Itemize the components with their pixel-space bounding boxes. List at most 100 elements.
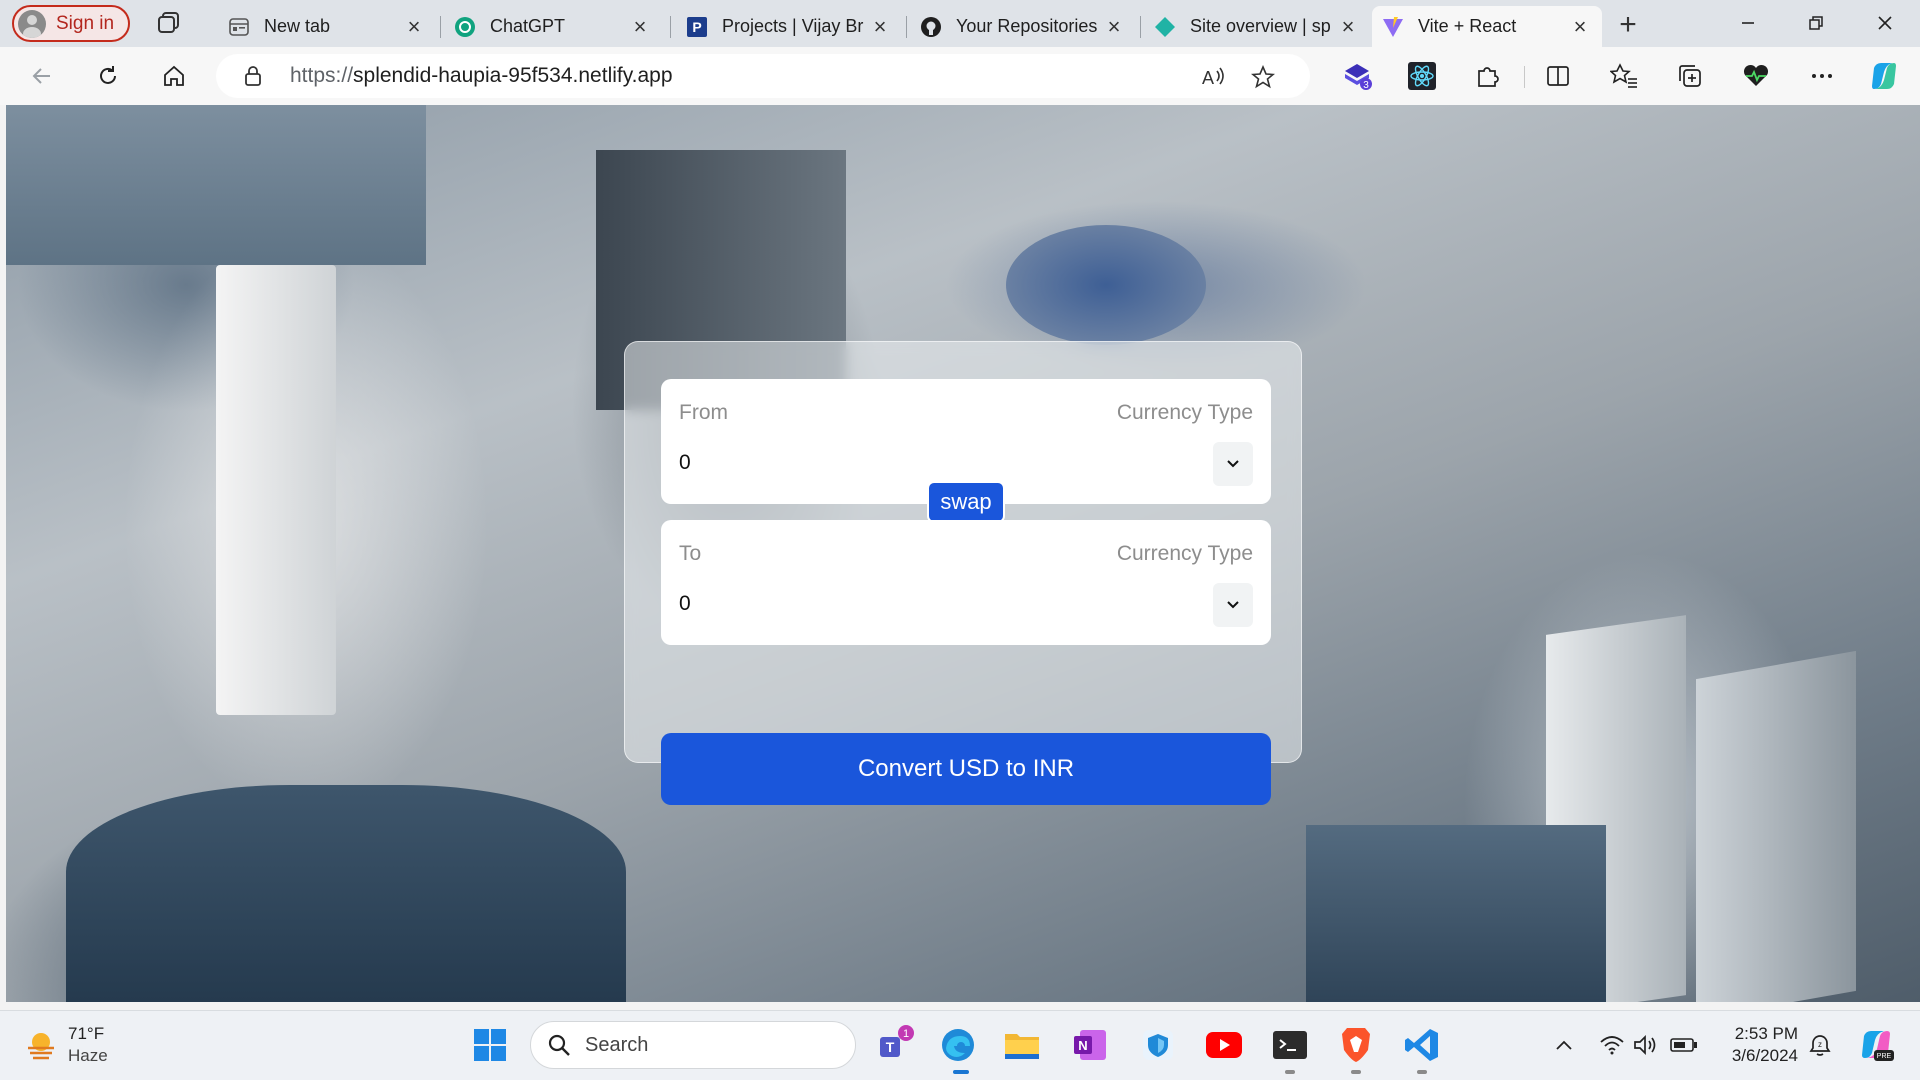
home-icon[interactable] xyxy=(158,60,190,92)
convert-button[interactable]: Convert USD to INR xyxy=(661,733,1271,805)
close-tab-icon[interactable]: × xyxy=(404,14,424,40)
vite-icon xyxy=(1382,16,1404,38)
restore-icon[interactable] xyxy=(1801,8,1831,38)
refresh-icon[interactable] xyxy=(92,60,124,92)
svg-text:PRE: PRE xyxy=(1877,1053,1892,1060)
file-explorer-icon[interactable] xyxy=(1000,1023,1044,1067)
tab-new-tab[interactable]: New tab × xyxy=(218,6,436,47)
start-icon[interactable] xyxy=(468,1023,512,1067)
haze-sun-icon xyxy=(28,1033,54,1060)
youtube-icon[interactable] xyxy=(1202,1023,1246,1067)
to-label: To xyxy=(679,542,702,565)
from-currency-select[interactable] xyxy=(1213,442,1253,486)
wifi-icon[interactable] xyxy=(1598,1031,1626,1059)
new-tab-button[interactable]: + xyxy=(1612,8,1644,42)
more-options-icon[interactable] xyxy=(1806,60,1838,92)
react-devtools-icon[interactable] xyxy=(1406,60,1438,92)
taskbar: 71°F Haze Search T1 N 2:53 PM 3/6/2024 z… xyxy=(0,1010,1920,1080)
projects-icon: P xyxy=(686,16,708,38)
close-tab-icon[interactable]: × xyxy=(1104,14,1124,40)
read-aloud-icon[interactable]: A xyxy=(1200,64,1226,90)
tab-title: New tab xyxy=(264,16,331,36)
tab-divider xyxy=(1140,16,1141,38)
tab-divider xyxy=(906,16,907,38)
canal-water xyxy=(1306,825,1606,1002)
lock-icon[interactable] xyxy=(244,66,262,86)
minimize-icon[interactable] xyxy=(1733,8,1763,38)
tower-building xyxy=(1696,650,1856,1002)
favorite-star-icon[interactable] xyxy=(1250,64,1276,90)
tab-divider xyxy=(670,16,671,38)
back-icon[interactable] xyxy=(26,60,58,92)
chatgpt-icon xyxy=(454,16,476,38)
close-tab-icon[interactable]: × xyxy=(870,14,890,40)
edge-icon[interactable] xyxy=(936,1023,980,1067)
to-field: To Currency Type 0 xyxy=(661,520,1271,645)
extension-icon[interactable]: 3 xyxy=(1342,60,1374,92)
defender-icon[interactable] xyxy=(1136,1023,1180,1067)
weather-condition: Haze xyxy=(68,1046,108,1065)
stadium xyxy=(1006,225,1206,345)
running-app-indicator xyxy=(1417,1070,1427,1074)
close-tab-icon[interactable]: × xyxy=(1570,14,1590,40)
profile-label: Sign in xyxy=(56,12,115,34)
svg-text:3: 3 xyxy=(1363,80,1369,91)
to-currency-type-label: Currency Type xyxy=(1116,542,1253,565)
close-tab-icon[interactable]: × xyxy=(630,14,650,40)
tab-title: ChatGPT xyxy=(490,16,566,36)
netlify-icon xyxy=(1154,16,1176,38)
battery-icon[interactable] xyxy=(1670,1031,1698,1059)
terminal-icon[interactable] xyxy=(1268,1023,1312,1067)
svg-text:T: T xyxy=(886,1039,895,1055)
browser-essentials-icon[interactable] xyxy=(1740,60,1772,92)
tab-site-overview[interactable]: Site overview | sp × xyxy=(1144,6,1370,47)
teams-icon[interactable]: T1 xyxy=(874,1023,918,1067)
chevron-down-icon xyxy=(1227,601,1239,609)
tab-projects[interactable]: P Projects | Vijay Br × xyxy=(676,6,902,47)
active-app-indicator xyxy=(953,1070,969,1074)
tab-title: Site overview | sp xyxy=(1190,16,1331,36)
address-bar[interactable]: https://splendid-haupia-95f534.netlify.a… xyxy=(216,54,1310,98)
favorites-icon[interactable] xyxy=(1608,60,1640,92)
url-text[interactable]: https://splendid-haupia-95f534.netlify.a… xyxy=(290,64,673,88)
extensions-puzzle-icon[interactable] xyxy=(1472,60,1504,92)
close-window-icon[interactable] xyxy=(1870,8,1900,38)
tab-title: Vite + React xyxy=(1418,16,1517,36)
from-label: From xyxy=(679,401,728,424)
chevron-up-icon[interactable] xyxy=(1550,1031,1578,1059)
toolbar-divider xyxy=(1524,66,1525,88)
system-clock[interactable]: 2:53 PM 3/6/2024 xyxy=(1716,1023,1798,1067)
tab-title: Your Repositories xyxy=(956,16,1098,36)
weather-widget[interactable]: 71°F Haze xyxy=(24,1023,108,1067)
svg-text:N: N xyxy=(1078,1038,1087,1053)
svg-text:1: 1 xyxy=(903,1028,909,1040)
split-screen-icon[interactable] xyxy=(1542,60,1574,92)
svg-text:P: P xyxy=(692,19,701,35)
volume-icon[interactable] xyxy=(1632,1031,1660,1059)
copilot-icon[interactable] xyxy=(1868,60,1900,92)
search-placeholder: Search xyxy=(585,1033,649,1056)
weather-temp: 71°F xyxy=(68,1024,105,1043)
focus-assist-icon[interactable]: z xyxy=(1806,1031,1834,1059)
from-amount-input[interactable]: 0 xyxy=(679,451,691,475)
collections-icon[interactable] xyxy=(1674,60,1706,92)
svg-text:A: A xyxy=(1202,68,1214,88)
tab-repositories[interactable]: Your Repositories × xyxy=(910,6,1136,47)
vscode-icon[interactable] xyxy=(1400,1023,1444,1067)
svg-text:z: z xyxy=(1818,1040,1822,1049)
swap-button[interactable]: swap xyxy=(927,481,1005,523)
search-icon xyxy=(548,1034,570,1056)
copilot-preview-icon[interactable]: PRE xyxy=(1856,1025,1896,1065)
to-currency-select[interactable] xyxy=(1213,583,1253,627)
browser-toolbar: https://splendid-haupia-95f534.netlify.a… xyxy=(0,47,1920,105)
profile-button[interactable]: Sign in xyxy=(12,5,130,42)
tab-vite-react[interactable]: Vite + React × xyxy=(1372,6,1602,47)
brave-icon[interactable] xyxy=(1334,1023,1378,1067)
taskbar-search[interactable]: Search xyxy=(530,1021,856,1069)
workspaces-icon[interactable] xyxy=(156,10,182,36)
close-tab-icon[interactable]: × xyxy=(1338,14,1358,40)
tab-strip: Sign in New tab × ChatGPT × P Projects |… xyxy=(0,0,1920,47)
to-amount-input[interactable]: 0 xyxy=(679,592,691,616)
tab-chatgpt[interactable]: ChatGPT × xyxy=(444,6,662,47)
onenote-icon[interactable]: N xyxy=(1068,1023,1112,1067)
